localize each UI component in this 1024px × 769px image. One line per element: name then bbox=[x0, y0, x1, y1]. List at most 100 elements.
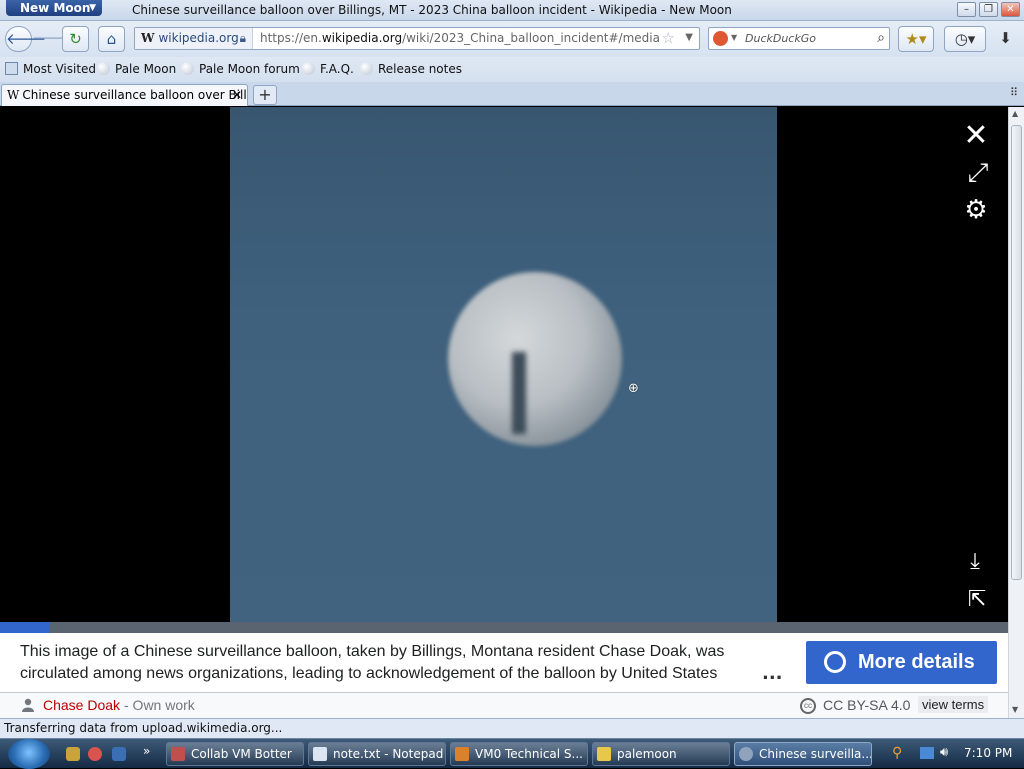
back-button[interactable]: 🡐 bbox=[5, 26, 46, 52]
wikipedia-favicon-icon: W bbox=[7, 88, 20, 102]
close-tab-icon[interactable]: ✕ bbox=[232, 85, 242, 105]
scroll-up-icon[interactable]: ▲ bbox=[1012, 109, 1018, 118]
zoom-cursor-icon: ⊕ bbox=[628, 381, 639, 396]
download-icon[interactable]: ⤓ bbox=[960, 549, 990, 575]
minimize-button[interactable]: – bbox=[957, 2, 976, 17]
globe-icon bbox=[181, 62, 194, 75]
vertical-scrollbar[interactable]: ▲ ▼ bbox=[1008, 107, 1024, 718]
search-icon[interactable]: ⚲ bbox=[892, 745, 902, 761]
start-button[interactable] bbox=[8, 739, 50, 769]
share-icon[interactable]: ⇱ bbox=[962, 587, 992, 613]
downloads-button[interactable]: ⬇ bbox=[992, 26, 1019, 52]
quicklaunch-desktop-icon[interactable] bbox=[112, 747, 126, 761]
forward-button[interactable]: 🡒 bbox=[32, 26, 72, 52]
reload-button[interactable]: ↻ bbox=[62, 26, 89, 52]
taskbar-item-browser[interactable]: Chinese surveilla... bbox=[734, 742, 872, 766]
notepad-icon bbox=[313, 747, 327, 761]
site-identity[interactable]: Wwikipedia.org 🔒︎ bbox=[135, 28, 253, 49]
license-link[interactable]: CC BY-SA 4.0 bbox=[823, 697, 910, 713]
restore-button[interactable]: ❐ bbox=[979, 2, 998, 17]
expand-caption-button[interactable]: ... bbox=[754, 663, 783, 684]
download-arrow-icon: ⬇ bbox=[999, 29, 1012, 47]
home-button[interactable]: ⌂ bbox=[98, 26, 125, 52]
bookmark-release-notes[interactable]: Release notes bbox=[360, 62, 462, 76]
tab-balloon[interactable]: W Chinese surveillance balloon over Billi… bbox=[1, 84, 248, 106]
tab-strip: W Chinese surveillance balloon over Billi… bbox=[0, 82, 1024, 106]
url-dropdown-icon[interactable]: ▼ bbox=[685, 32, 693, 43]
close-viewer-icon[interactable]: ✕ bbox=[961, 121, 991, 151]
engine-dropdown-icon[interactable]: ▼ bbox=[731, 33, 737, 42]
duckduckgo-icon[interactable] bbox=[713, 31, 728, 46]
attribution-bar: Chase Doak - Own work cc CC BY-SA 4.0 vi… bbox=[0, 692, 1008, 718]
caption-panel: This image of a Chinese surveillance bal… bbox=[0, 633, 1008, 692]
chevron-down-icon: ▼ bbox=[89, 3, 96, 13]
loading-progress-bar bbox=[0, 622, 1008, 633]
status-bar: Transferring data from upload.wikimedia.… bbox=[0, 718, 1024, 738]
clock[interactable]: 7:10 PM bbox=[964, 746, 1012, 760]
fullscreen-icon[interactable]: ⤢ bbox=[963, 160, 993, 186]
url-text[interactable]: https://en.wikipedia.org/wiki/2023_China… bbox=[260, 31, 660, 45]
reload-icon: ↻ bbox=[69, 30, 82, 48]
search-icon[interactable]: ⌕ bbox=[877, 30, 885, 46]
settings-gear-icon[interactable]: ⚙ bbox=[961, 197, 991, 223]
search-placeholder: DuckDuckGo bbox=[745, 32, 816, 45]
balloon-photo[interactable]: ⊕ bbox=[230, 107, 777, 628]
search-box[interactable]: ▼ DuckDuckGo ⌕ bbox=[708, 27, 890, 50]
globe-icon bbox=[360, 62, 373, 75]
taskbar-item-label: palemoon bbox=[617, 747, 677, 761]
user-icon bbox=[22, 698, 34, 712]
more-details-label: More details bbox=[858, 651, 975, 673]
bookmark-label: F.A.Q. bbox=[320, 62, 354, 76]
folder-icon bbox=[597, 747, 611, 761]
bookmark-label: Pale Moon bbox=[115, 62, 177, 76]
windows-taskbar: » Collab VM Botter note.txt - Notepad VM… bbox=[0, 738, 1024, 769]
window-title: Chinese surveillance balloon over Billin… bbox=[132, 3, 732, 17]
author-link[interactable]: Chase Doak bbox=[43, 697, 120, 713]
quicklaunch-browser-icon[interactable] bbox=[88, 747, 102, 761]
bookmarks-toolbar: Most Visited Pale Moon Pale Moon forum F… bbox=[0, 57, 1024, 82]
site-identity-label: wikipedia.org bbox=[158, 31, 239, 45]
bookmark-most-visited[interactable]: Most Visited bbox=[5, 62, 96, 76]
bookmark-pale-moon-forum[interactable]: Pale Moon forum bbox=[181, 62, 300, 76]
app-icon bbox=[171, 747, 185, 761]
url-prefix: https://en. bbox=[260, 31, 322, 45]
bookmark-faq[interactable]: F.A.Q. bbox=[302, 62, 354, 76]
taskbar-item-vm0[interactable]: VM0 Technical S... bbox=[450, 742, 588, 766]
close-window-button[interactable]: ✕ bbox=[1001, 2, 1020, 17]
scroll-down-icon[interactable]: ▼ bbox=[1012, 705, 1018, 714]
bookmarks-button[interactable]: ★▾ bbox=[898, 26, 934, 52]
app-menu-label: New Moon bbox=[20, 1, 91, 15]
volume-icon[interactable]: 🔊︎ bbox=[940, 745, 948, 760]
url-domain: wikipedia.org bbox=[321, 31, 403, 45]
tab-label: Chinese surveillance balloon over Billi.… bbox=[22, 88, 248, 102]
quicklaunch-app-icon[interactable] bbox=[66, 747, 80, 761]
bookmark-pale-moon[interactable]: Pale Moon bbox=[97, 62, 176, 76]
wikipedia-favicon-icon: W bbox=[141, 31, 155, 45]
app-menu-button[interactable]: New Moon ▼ bbox=[6, 0, 102, 16]
own-work-label: - Own work bbox=[124, 697, 195, 713]
history-button[interactable]: ◷▾ bbox=[944, 26, 986, 52]
taskbar-item-label: note.txt - Notepad bbox=[333, 747, 444, 761]
media-viewer: ⊕ ✕ ⤢ ⚙ ⤓ ⇱ This image of a Chinese surv… bbox=[0, 107, 1008, 718]
url-bar[interactable]: Wwikipedia.org 🔒︎ https://en.wikipedia.or… bbox=[134, 27, 700, 50]
bookmarks-icon: ★▾ bbox=[905, 30, 927, 48]
image-description: This image of a Chinese surveillance bal… bbox=[20, 643, 725, 682]
loading-progress-fill bbox=[0, 622, 51, 633]
scroll-thumb[interactable] bbox=[1011, 125, 1022, 580]
globe-icon bbox=[302, 62, 315, 75]
globe-icon bbox=[97, 62, 110, 75]
tab-list-icon[interactable]: ⠿ bbox=[1010, 86, 1018, 99]
more-quicklaunch-icon[interactable]: » bbox=[143, 744, 150, 758]
app-icon bbox=[455, 747, 469, 761]
new-tab-button[interactable]: + bbox=[253, 85, 277, 105]
taskbar-item-collab-vm[interactable]: Collab VM Botter bbox=[166, 742, 304, 766]
bookmark-star-icon[interactable]: ☆ bbox=[662, 29, 675, 47]
view-terms-button[interactable]: view terms bbox=[918, 696, 989, 713]
taskbar-item-notepad[interactable]: note.txt - Notepad bbox=[308, 742, 446, 766]
network-icon[interactable] bbox=[920, 747, 934, 759]
plus-icon: + bbox=[258, 85, 272, 104]
more-details-button[interactable]: More details bbox=[806, 641, 997, 684]
taskbar-item-label: VM0 Technical S... bbox=[475, 747, 583, 761]
cc-license-icon: cc bbox=[800, 698, 816, 714]
taskbar-item-palemoon-folder[interactable]: palemoon bbox=[592, 742, 730, 766]
